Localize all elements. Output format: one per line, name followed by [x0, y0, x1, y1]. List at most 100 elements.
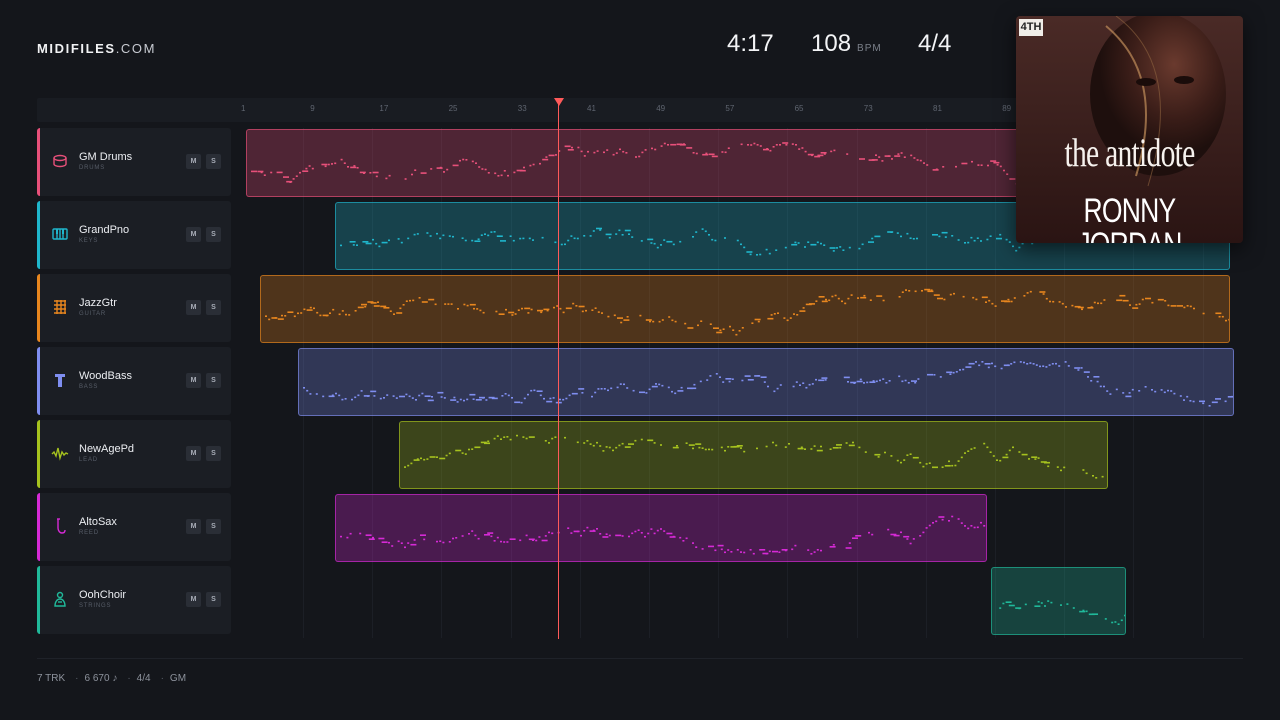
midi-note — [977, 164, 980, 166]
midi-note — [509, 538, 516, 540]
midi-note — [344, 398, 347, 400]
midi-note — [479, 309, 482, 312]
midi-note — [514, 401, 521, 404]
solo-button[interactable]: S — [206, 227, 221, 242]
midi-note — [628, 443, 634, 445]
mute-button[interactable]: M — [186, 227, 201, 242]
midi-clip-oohchoir[interactable] — [991, 567, 1126, 635]
midi-note — [475, 399, 482, 401]
midi-note — [302, 170, 309, 172]
midi-note — [493, 231, 496, 233]
midi-note — [1045, 366, 1048, 368]
midi-note — [765, 445, 768, 448]
brand-logo[interactable]: MIDIFILES.COM — [37, 41, 156, 56]
midi-note — [817, 154, 824, 157]
midi-note — [528, 237, 531, 240]
midi-note — [960, 456, 963, 459]
midi-clip-jazzgtr[interactable] — [260, 275, 1230, 343]
solo-button[interactable]: S — [206, 446, 221, 461]
midi-note — [1058, 365, 1061, 367]
midi-note — [871, 159, 878, 161]
midi-note — [1202, 312, 1205, 315]
midi-clip-gm-drums[interactable] — [246, 129, 1020, 197]
midi-note — [668, 316, 671, 318]
midi-note — [1103, 385, 1105, 388]
midi-note — [565, 307, 572, 310]
midi-note — [448, 452, 451, 455]
mute-button[interactable]: M — [186, 592, 201, 607]
midi-note — [968, 362, 975, 365]
midi-clip-newagepd[interactable] — [399, 421, 1108, 489]
midi-note — [551, 437, 554, 440]
midi-note — [757, 320, 760, 323]
track-header-oohchoir[interactable]: OohChoir STRINGS M S — [37, 566, 231, 634]
midi-note — [965, 366, 972, 368]
midi-note — [402, 304, 405, 306]
solo-button[interactable]: S — [206, 519, 221, 534]
track-header-altosax[interactable]: AltoSax REED M S — [37, 493, 231, 561]
midi-note — [615, 152, 618, 154]
midi-note — [404, 546, 406, 549]
midi-note — [804, 448, 806, 450]
midi-note — [1090, 306, 1093, 308]
midi-note — [1231, 395, 1233, 398]
solo-button[interactable]: S — [206, 592, 221, 607]
playhead-marker[interactable] — [554, 98, 564, 106]
track-header-grandpno[interactable]: GrandPno KEYS M S — [37, 201, 231, 269]
midi-note — [372, 238, 374, 241]
midi-note — [576, 530, 579, 533]
midi-note — [594, 391, 597, 394]
track-header-jazzgtr[interactable]: JazzGtr GUITAR M S — [37, 274, 231, 342]
midi-note — [697, 324, 699, 327]
midi-clip-altosax[interactable] — [335, 494, 987, 562]
midi-note — [423, 538, 426, 541]
ruler-tick: 17 — [379, 104, 389, 113]
midi-note — [730, 551, 733, 553]
midi-note — [783, 317, 786, 319]
midi-note — [677, 390, 684, 392]
track-header-woodbass[interactable]: WoodBass BASS M S — [37, 347, 231, 415]
midi-note — [490, 231, 493, 233]
midi-clip-woodbass[interactable] — [298, 348, 1234, 416]
midi-note — [578, 305, 585, 308]
midi-note — [653, 442, 656, 444]
midi-note — [409, 299, 411, 302]
midi-note — [570, 235, 573, 237]
midi-note — [887, 528, 890, 531]
midi-note — [613, 314, 616, 317]
midi-note — [392, 395, 395, 397]
track-header-gm-drums[interactable]: GM Drums DRUMS M S — [37, 128, 231, 196]
mute-button[interactable]: M — [186, 373, 201, 388]
track-header-newagepd[interactable]: NewAgePd LEAD M S — [37, 420, 231, 488]
midi-note — [685, 442, 688, 444]
midi-note — [720, 446, 723, 449]
midi-note — [1120, 619, 1123, 622]
midi-note — [393, 313, 395, 315]
midi-note — [452, 164, 459, 167]
mute-button[interactable]: M — [186, 519, 201, 534]
midi-note — [465, 159, 468, 161]
midi-note — [875, 380, 878, 383]
midi-note — [845, 547, 852, 549]
mute-button[interactable]: M — [186, 446, 201, 461]
midi-note — [1029, 362, 1032, 364]
midi-note — [391, 545, 394, 547]
track-color-stripe — [37, 274, 40, 342]
playhead-line[interactable] — [558, 98, 559, 639]
midi-note — [474, 446, 481, 449]
midi-note — [487, 532, 494, 534]
mute-button[interactable]: M — [186, 300, 201, 315]
midi-note — [586, 440, 589, 442]
midi-note — [500, 174, 503, 177]
midi-note — [468, 448, 470, 451]
solo-button[interactable]: S — [206, 154, 221, 169]
midi-note — [924, 288, 931, 291]
mute-button[interactable]: M — [186, 154, 201, 169]
midi-note — [283, 176, 289, 178]
midi-note — [453, 396, 456, 399]
solo-button[interactable]: S — [206, 373, 221, 388]
midi-note — [941, 518, 944, 521]
midi-note — [708, 545, 714, 548]
midi-note — [796, 314, 799, 316]
solo-button[interactable]: S — [206, 300, 221, 315]
